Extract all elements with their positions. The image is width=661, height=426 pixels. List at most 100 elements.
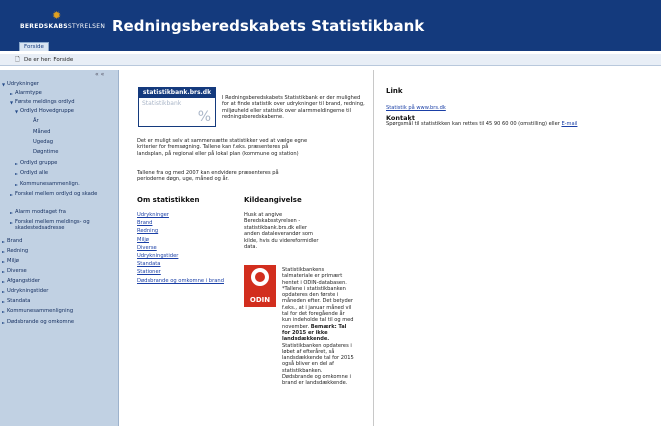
logo-star-icon: ✹ [52,9,62,22]
logo-box-domain: statistikbank.brs.dk [139,88,215,98]
sidebar-item-7[interactable]: Døgntime [33,149,115,155]
collapsed-arrow-icon[interactable]: ► [10,220,13,226]
collapse-sidebar-icon[interactable]: « « [95,71,104,78]
intro-paragraph-1: I Redningsberedskabets Statistikbank er … [222,95,365,121]
column-divider [373,70,374,426]
link-row: Statistik på www.brs.dk [386,105,586,111]
intro-paragraph-2: Det er muligt selv at sammensætte statis… [137,138,308,157]
collapsed-arrow-icon[interactable]: ► [2,249,5,255]
kontakt-text: Spørgsmål til statistikken kan rettes ti… [386,121,560,127]
expanded-arrow-icon[interactable]: ▼ [15,109,18,115]
app-header: ✹ BEREDSKABSSTYRELSEN Redningsberedskabe… [0,0,661,51]
sidebar-item-label: Kommunesammenlign. [20,181,80,187]
sidebar-item-label: Forskel mellem ordlyd og skade [15,191,98,197]
sidebar-item-9[interactable]: ► Ordlyd alle [15,170,115,176]
odin-logo-text: ODIN [249,296,271,304]
om-link-8[interactable]: Dødsbrande og omkomne i brand [137,277,242,285]
kildeangivelse-text: Husk at angive Beredskabsstyrelsen - sta… [244,212,319,251]
sidebar-item-17[interactable]: ► Diverse [2,268,115,274]
sidebar-item-5[interactable]: Måned [33,129,115,135]
sidebar-item-10[interactable]: ► Kommunesammenlign. [15,181,115,187]
sidebar-item-label: Første meldings ordlyd [15,99,75,105]
logo-bold-text: BEREDSKABS [20,23,68,30]
collapsed-arrow-icon[interactable]: ► [2,299,5,305]
sidebar-item-label: Afgangstider [7,278,41,284]
om-statistikken-heading: Om statistikken [137,196,200,204]
sidebar-item-0[interactable]: ▼ Udrykninger [2,81,115,87]
link-heading: Link [386,87,403,95]
sidebar-item-11[interactable]: ► Forskel mellem ordlyd og skade [10,191,115,197]
om-link-2[interactable]: Redning [137,227,242,235]
sidebar-item-label: Redning [7,248,29,254]
sidebar-item-13[interactable]: ► Forskel mellem meldings- og skadestedsa… [10,219,115,231]
om-link-4[interactable]: Diverse [137,244,242,252]
sidebar-item-label: Dødsbrande og omkomne [7,319,75,325]
odin-description: Statistikbankens talmateriale er primært… [282,267,354,387]
collapsed-arrow-icon[interactable]: ► [2,269,5,275]
om-link-5[interactable]: Udrykningstider [137,252,242,260]
sidebar-item-label: Alarm modtaget fra [15,209,66,215]
collapsed-arrow-icon[interactable]: ► [2,309,5,315]
collapsed-arrow-icon[interactable]: ► [15,161,18,167]
sidebar-item-label: Diverse [7,268,27,274]
app-title: Redningsberedskabets Statistikbank [112,17,425,35]
collapsed-arrow-icon[interactable]: ► [15,182,18,188]
sidebar-item-label: Måned [33,129,51,135]
collapsed-arrow-icon[interactable]: ► [15,171,18,177]
agency-logo[interactable]: BEREDSKABSSTYRELSEN [20,23,105,30]
sidebar-item-2[interactable]: ▼ Første meldings ordlyd [10,99,115,105]
sidebar-item-12[interactable]: ► Alarm modtaget fra [10,209,115,215]
sidebar-item-21[interactable]: ► Kommunesammenligning [2,308,115,314]
collapsed-arrow-icon[interactable]: ► [2,279,5,285]
sidebar-item-18[interactable]: ► Afgangstider [2,278,115,284]
sidebar-item-8[interactable]: ► Ordlyd gruppe [15,160,115,166]
kontakt-text-row: Spørgsmål til statistikken kan rettes ti… [386,121,656,127]
sidebar-item-label: Alarmtype [15,90,42,96]
om-link-6[interactable]: Standata [137,260,242,268]
sidebar-item-label: Standata [7,298,31,304]
sidebar-item-22[interactable]: ► Dødsbrande og omkomne [2,319,115,325]
sidebar-item-label: Ordlyd gruppe [20,160,58,166]
tab-forside[interactable]: Forside [19,42,49,51]
sidebar-item-label: Ordlyd Hovedgruppe [20,108,74,114]
logo-box-subtitle: Statistikbank [142,100,182,107]
sidebar-item-16[interactable]: ► Miljø [2,258,115,264]
om-link-0[interactable]: Udrykninger [137,211,242,219]
statistikbank-logo: statistikbank.brs.dk Statistikbank % [138,87,216,127]
sidebar-item-1[interactable]: ► Alarmtype [10,90,115,96]
breadcrumb: 🗋 De er her: Forside [0,54,661,66]
sidebar-item-6[interactable]: Ugedag [33,139,115,145]
collapsed-arrow-icon[interactable]: ► [2,259,5,265]
sidebar-item-label: Ordlyd alle [20,170,49,176]
sidebar-item-14[interactable]: ► Brand [2,238,115,244]
email-link[interactable]: E-mail [561,121,577,127]
sidebar-item-19[interactable]: ► Udrykningstider [2,288,115,294]
expanded-arrow-icon[interactable]: ▼ [10,100,13,106]
intro-paragraph-3: Tallene fra og med 2007 kan endvidere pr… [137,170,279,183]
sidebar: « « ▼ Udrykninger ► Alarmtype ▼ Første meldin… [0,70,119,426]
sidebar-item-3[interactable]: ▼ Ordlyd Hovedgruppe [15,108,115,114]
statistik-brs-link[interactable]: Statistik på www.brs.dk [386,105,446,111]
om-statistikken-links: Udrykninger Brand Redning Miljø Diverse Udryk… [137,211,242,285]
om-link-3[interactable]: Miljø [137,236,242,244]
breadcrumb-current[interactable]: Forside [53,57,73,63]
collapsed-arrow-icon[interactable]: ► [2,239,5,245]
sidebar-item-4[interactable]: År [33,118,115,124]
sidebar-item-15[interactable]: ► Redning [2,248,115,254]
collapsed-arrow-icon[interactable]: ► [10,210,13,216]
collapsed-arrow-icon[interactable]: ► [2,289,5,295]
collapsed-arrow-icon[interactable]: ► [2,320,5,326]
om-link-7[interactable]: Stationer [137,268,242,276]
kildeangivelse-heading: Kildeangivelse [244,196,302,204]
sidebar-item-label: Udrykninger [7,81,39,87]
collapsed-arrow-icon[interactable]: ► [10,192,13,198]
logo-thin-text: STYRELSEN [67,23,106,30]
breadcrumb-label: De er her: [24,57,52,63]
om-link-1[interactable]: Brand [137,219,242,227]
sidebar-item-label: Kommunesammenligning [7,308,74,314]
sidebar-item-label: Udrykningstider [7,288,49,294]
sidebar-item-20[interactable]: ► Standata [2,298,115,304]
expanded-arrow-icon[interactable]: ▼ [2,82,5,88]
collapsed-arrow-icon[interactable]: ► [10,91,13,97]
odin-text-b: Statistikbanken opdateres i løbet af eft… [282,342,354,387]
